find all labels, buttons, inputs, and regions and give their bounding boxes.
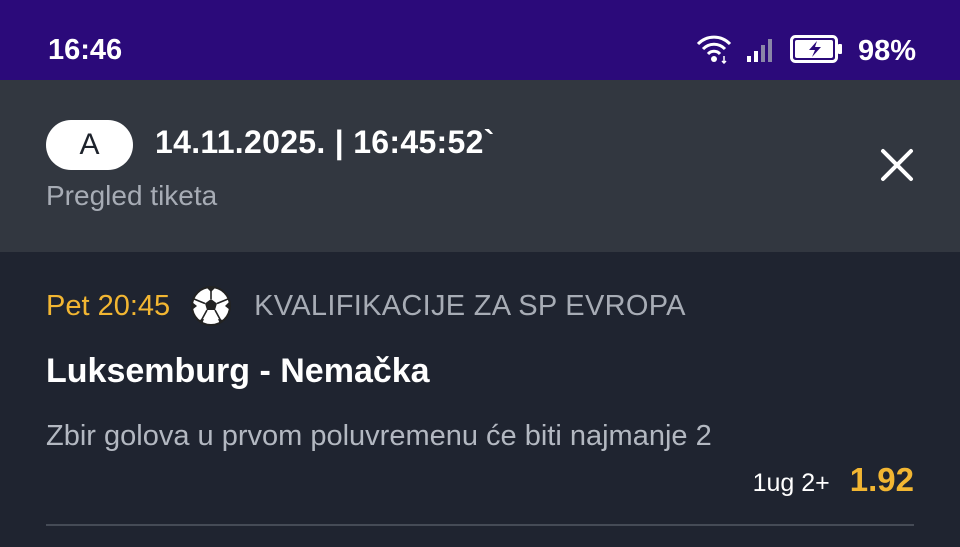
ticket-badge: A <box>46 120 133 170</box>
league-name: KVALIFIKACIJE ZA SP EVROPA <box>254 289 686 322</box>
page-subtitle: Pregled tiketa <box>46 180 218 211</box>
divider <box>46 524 914 526</box>
status-time: 16:46 <box>48 34 123 66</box>
pick-label: 1ug 2+ <box>752 469 830 497</box>
wifi-icon <box>696 34 732 69</box>
close-icon <box>880 148 914 187</box>
ticket-datetime: 14.11.2025. | 16:45:52` <box>155 124 495 160</box>
ticket-header <box>0 80 960 252</box>
status-icons: 98% <box>696 34 916 69</box>
market-description: Zbir golova u prvom poluvremenu će biti … <box>46 420 712 452</box>
event-meta: Pet 20:45 KVALIFIKACIJE ZA SP EVROPA <box>46 285 686 327</box>
soccer-ball-icon <box>190 285 232 327</box>
battery-charging-icon <box>789 34 844 69</box>
kickoff-time: Pet 20:45 <box>46 289 171 322</box>
status-bar: 16:46 98% <box>0 0 960 80</box>
odds-value: 1.92 <box>849 461 914 498</box>
close-button[interactable] <box>870 140 924 194</box>
battery-percent: 98% <box>857 35 916 67</box>
match-name: Luksemburg - Nemačka <box>46 352 430 390</box>
selection: 1ug 2+ 1.92 <box>753 461 914 499</box>
signal-icon <box>746 34 776 69</box>
